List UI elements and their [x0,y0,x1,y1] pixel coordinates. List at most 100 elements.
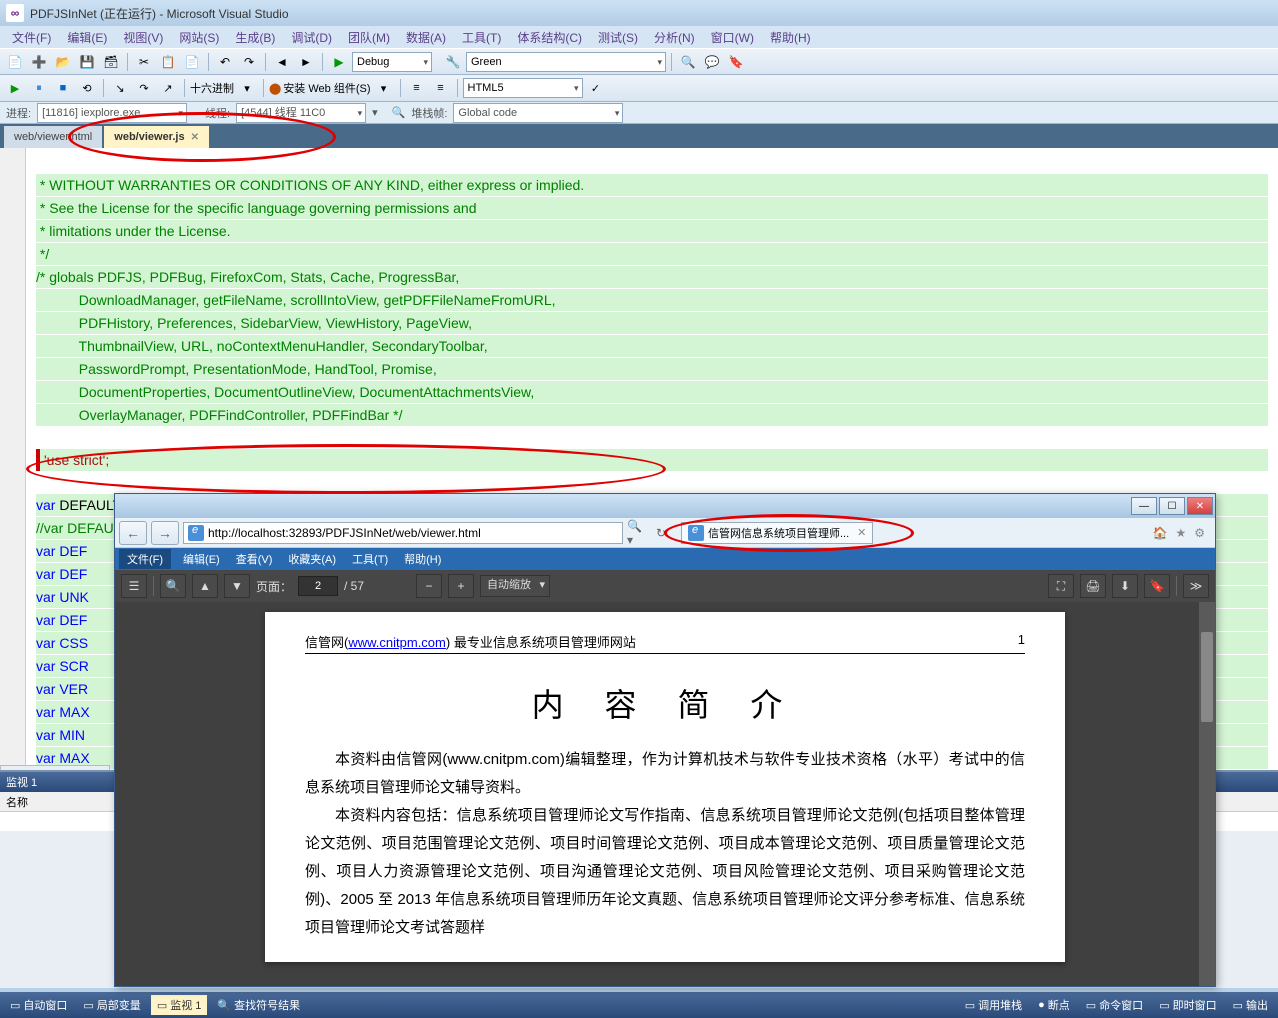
status-callstack[interactable]: ▭ 调用堆栈 [959,995,1028,1015]
more-icon[interactable]: ≫ [1183,574,1209,598]
stackframe-dropdown[interactable]: Global code [453,103,623,123]
favorites-icon[interactable]: ★ [1175,526,1186,540]
continue-icon[interactable]: ▶ [4,77,26,99]
next-page-icon[interactable]: ▼ [224,574,250,598]
status-cmd[interactable]: ▭ 命令窗口 [1080,995,1149,1015]
gear-icon[interactable]: ⚙ [1194,526,1205,540]
close-button[interactable]: ✕ [1187,497,1213,515]
doctype-dropdown[interactable]: HTML5 [463,78,583,98]
bookmark-icon[interactable]: 🔖 [725,51,747,73]
indent-icon[interactable]: ≡ [406,77,428,99]
process-dropdown[interactable]: [11816] iexplore.exe [37,103,187,123]
step-over-icon[interactable]: ↷ [133,77,155,99]
status-local[interactable]: ▭ 局部变量 [77,995,146,1015]
find-icon[interactable]: 🔍 [160,574,186,598]
maximize-button[interactable]: ☐ [1159,497,1185,515]
step-out-icon[interactable]: ↗ [157,77,179,99]
menu-view[interactable]: 视图(V) [115,27,171,48]
scrollbar-thumb[interactable] [1201,632,1213,722]
save-icon[interactable]: 💾 [76,51,98,73]
menu-site[interactable]: 网站(S) [171,27,227,48]
pdf-viewport[interactable]: 信管网(www.cnitpm.com) 最专业信息系统项目管理师网站 1 内 容… [115,602,1215,986]
tab-viewer-js[interactable]: web/viewer.js✕ [104,126,209,148]
menu-window[interactable]: 窗口(W) [703,27,762,48]
outdent-icon[interactable]: ≡ [430,77,452,99]
back-button[interactable]: ← [119,521,147,545]
scrollbar[interactable] [1199,602,1215,986]
forward-button[interactable]: → [151,521,179,545]
tab-close-icon[interactable]: ✕ [857,526,866,539]
platform-icon[interactable]: 🔧 [442,51,464,73]
prev-page-icon[interactable]: ▲ [192,574,218,598]
platform-dropdown[interactable]: Green [466,52,666,72]
step-into-icon[interactable]: ↘ [109,77,131,99]
close-icon[interactable]: ✕ [191,132,199,143]
hex-dropdown-icon[interactable]: ▾ [236,77,258,99]
find-icon[interactable]: 🔍 [677,51,699,73]
redo-icon[interactable]: ↷ [238,51,260,73]
install-web[interactable]: 安装 Web 组件(S) [283,80,370,96]
status-watch[interactable]: ▭ 监视 1 [151,995,208,1015]
zoom-select[interactable]: 自动缩放 [480,575,550,597]
menu-test[interactable]: 测试(S) [590,27,646,48]
menu-arch[interactable]: 体系结构(C) [509,27,590,48]
sidebar-toggle-icon[interactable]: ☰ [121,574,147,598]
open-icon[interactable]: 📂 [52,51,74,73]
status-find[interactable]: 🔍 查找符号结果 [211,995,306,1015]
start-icon[interactable]: ▶ [328,51,350,73]
download-icon[interactable]: ⬇ [1112,574,1138,598]
ie-menu-file[interactable]: 文件(F) [119,549,171,569]
page-input[interactable] [298,576,338,596]
thread-dropdown[interactable]: [4544] 线程 11C0 [236,103,366,123]
restart-icon[interactable]: ⟲ [76,77,98,99]
tab-viewer-html[interactable]: web/viewer.html [4,126,102,148]
comment-icon[interactable]: 💬 [701,51,723,73]
header-link[interactable]: www.cnitpm.com [348,635,446,650]
config-dropdown[interactable]: Debug [352,52,432,72]
nav-fwd-icon[interactable]: ► [295,51,317,73]
add-item-icon[interactable]: ➕ [28,51,50,73]
ie-menu-fav[interactable]: 收藏夹(A) [280,549,344,569]
cut-icon[interactable]: ✂ [133,51,155,73]
menu-tools[interactable]: 工具(T) [454,27,509,48]
url-input[interactable]: http://localhost:32893/PDFJSInNet/web/vi… [183,522,623,544]
copy-icon[interactable]: 📋 [157,51,179,73]
nav-back-icon[interactable]: ◄ [271,51,293,73]
menu-debug[interactable]: 调试(D) [283,27,340,48]
menu-edit[interactable]: 编辑(E) [59,27,115,48]
print-icon[interactable]: 🖨 [1080,574,1106,598]
stop-icon[interactable]: ■ [52,77,74,99]
ie-menu-edit[interactable]: 编辑(E) [175,549,228,569]
refresh-icon[interactable]: ↻ [651,522,671,544]
status-imm[interactable]: ▭ 即时窗口 [1153,995,1222,1015]
search-icon[interactable]: 🔍▾ [627,522,647,544]
presentation-icon[interactable]: ⛶ [1048,574,1074,598]
menu-help[interactable]: 帮助(H) [762,27,819,48]
status-out[interactable]: ▭ 输出 [1227,995,1274,1015]
validate-icon[interactable]: ✓ [585,77,607,99]
menu-data[interactable]: 数据(A) [398,27,454,48]
zoom-in-icon[interactable]: + [448,574,474,598]
pause-icon[interactable]: ⏸ [28,77,50,99]
minimize-button[interactable]: — [1131,497,1157,515]
home-icon[interactable]: 🏠 [1153,526,1168,540]
ie-menu-tools[interactable]: 工具(T) [344,549,396,569]
menu-file[interactable]: 文件(F) [4,27,59,48]
menu-build[interactable]: 生成(B) [227,27,283,48]
hex-toggle[interactable]: 十六进制 [190,80,234,96]
undo-icon[interactable]: ↶ [214,51,236,73]
ie-tab[interactable]: 信管网信息系统项目管理师... ✕ [681,522,873,544]
menu-analyze[interactable]: 分析(N) [646,27,703,48]
paste-icon[interactable]: 📄 [181,51,203,73]
ie-menu-help[interactable]: 帮助(H) [396,549,449,569]
new-project-icon[interactable]: 📄 [4,51,26,73]
install-dropdown-icon[interactable]: ▾ [373,77,395,99]
ie-menu-view[interactable]: 查看(V) [228,549,281,569]
save-all-icon[interactable]: 🗃 [100,51,122,73]
menu-team[interactable]: 团队(M) [340,27,398,48]
bookmark-icon[interactable]: 🔖 [1144,574,1170,598]
ie-titlebar[interactable]: — ☐ ✕ [115,494,1215,518]
zoom-out-icon[interactable]: − [416,574,442,598]
status-auto[interactable]: ▭ 自动窗口 [4,995,73,1015]
status-bp[interactable]: ● 断点 [1032,995,1076,1015]
